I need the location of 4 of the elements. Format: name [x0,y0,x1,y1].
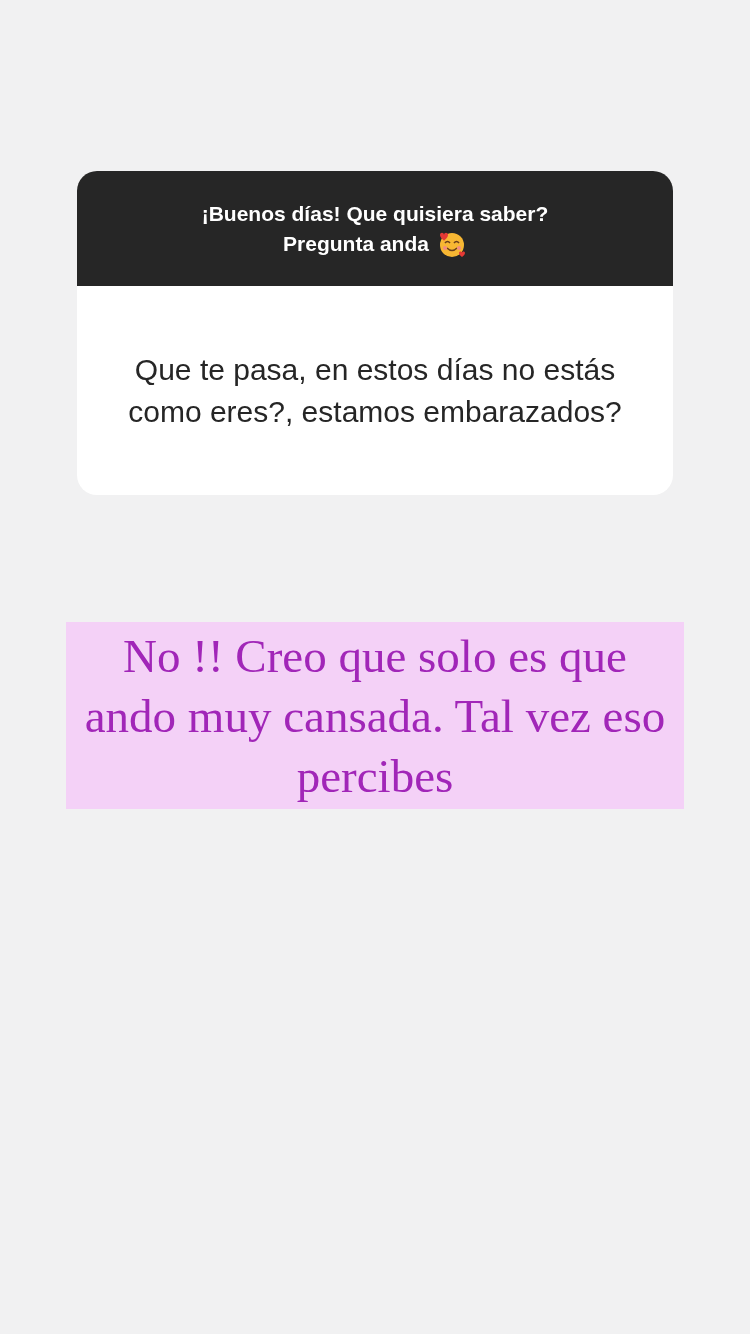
header-text: ¡Buenos días! Que quisiera saber? [201,200,549,227]
answer-text: No !! Creo que solo es que ando muy cansada. Tal vez eso percibes [83,628,667,804]
header-text: Pregunta anda [283,230,429,257]
question-text: Que te pasa, en estos días no estás como eres?, estamos embarazados? [127,351,623,430]
